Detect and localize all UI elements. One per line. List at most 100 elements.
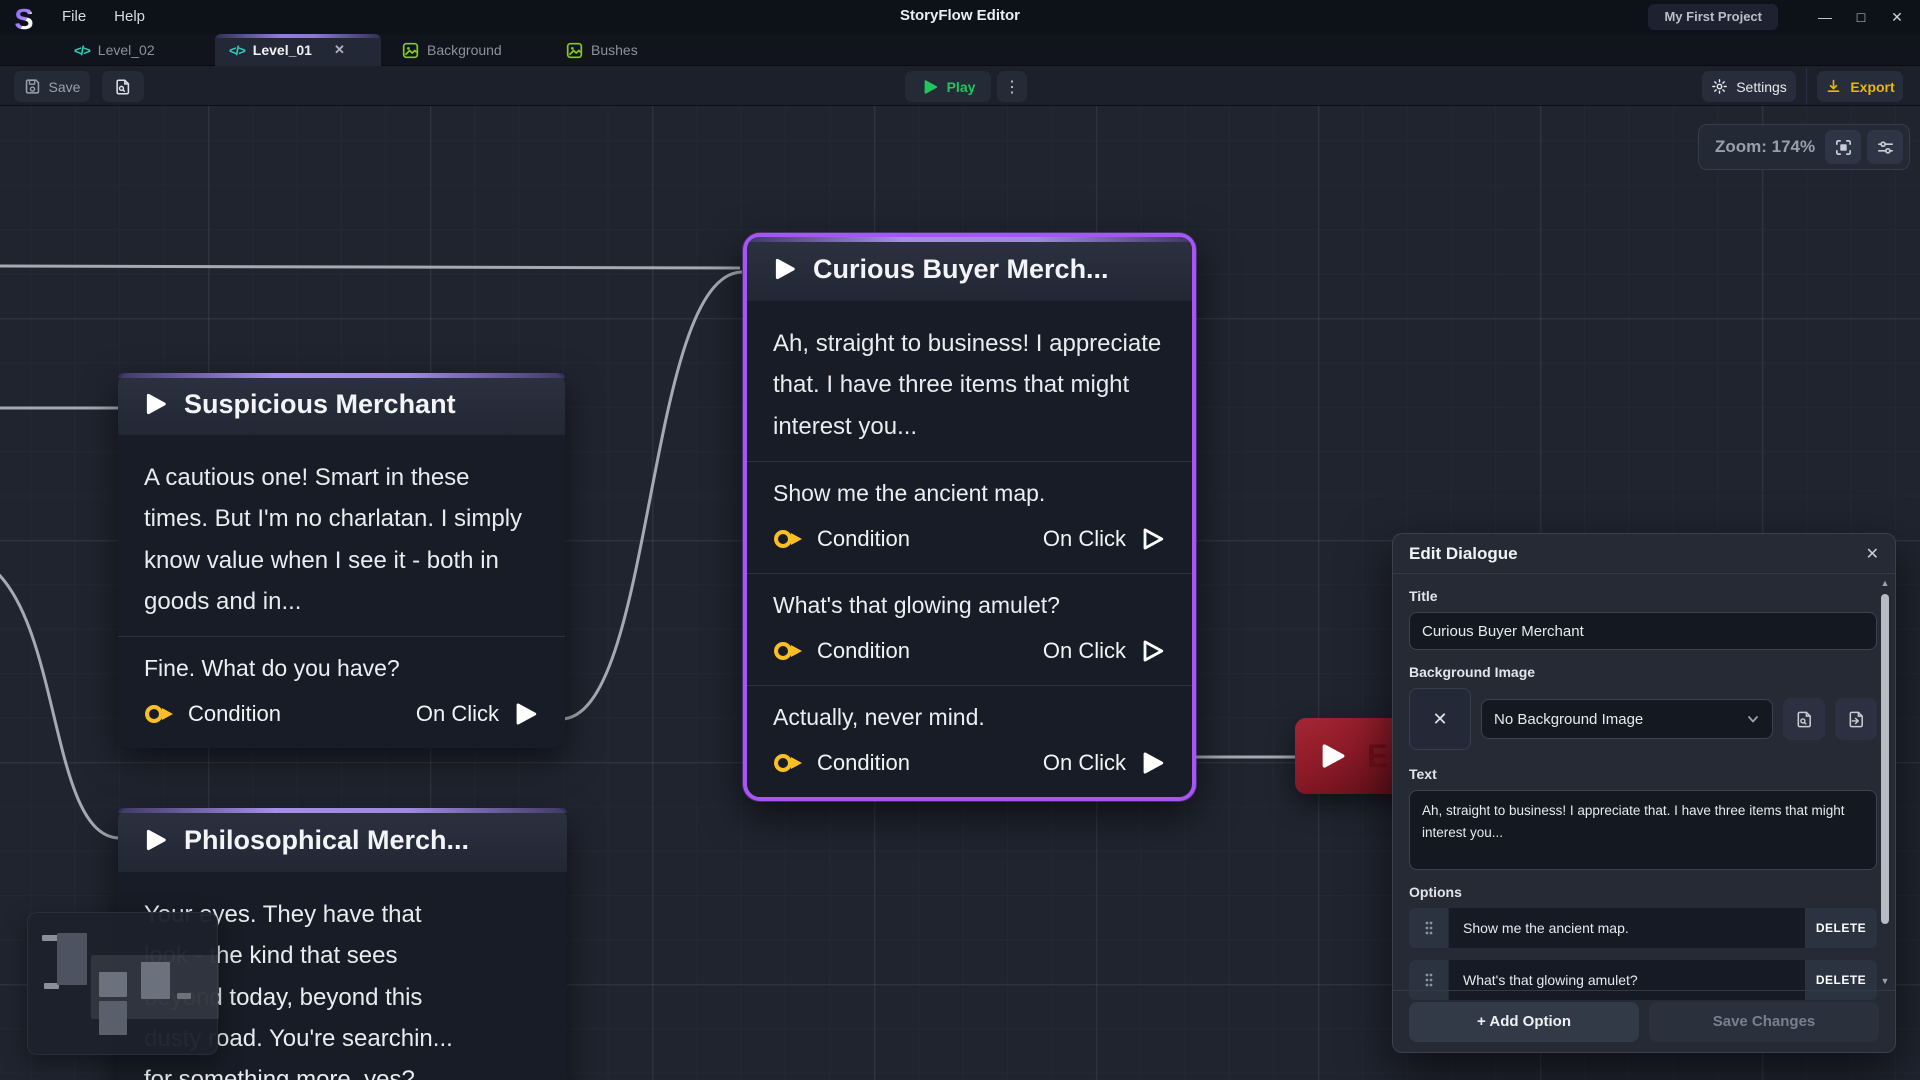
dialogue-text-textarea[interactable]: Ah, straight to business! I appreciate t… bbox=[1409, 790, 1877, 870]
minimize-button[interactable]: — bbox=[1810, 3, 1840, 31]
edge-suspicious-to-curious bbox=[560, 272, 742, 719]
play-label: Play bbox=[947, 79, 976, 95]
zoom-level-label: Zoom: 174% bbox=[1715, 137, 1819, 157]
image-icon bbox=[402, 42, 419, 59]
maximize-button[interactable]: □ bbox=[1846, 3, 1876, 31]
on-click-port[interactable]: On Click bbox=[1043, 749, 1166, 777]
condition-port[interactable]: Condition bbox=[773, 526, 910, 552]
drag-handle[interactable] bbox=[1409, 908, 1449, 948]
scroll-down-icon[interactable]: ▼ bbox=[1879, 976, 1891, 986]
dialogue-option[interactable]: Show me the ancient map. Condition On Cl… bbox=[747, 462, 1192, 574]
play-options-kebab-button[interactable]: ⋮ bbox=[997, 71, 1027, 102]
tab-bushes[interactable]: Bushes bbox=[552, 34, 652, 66]
panel-footer: + Add Option Save Changes bbox=[1393, 990, 1895, 1052]
title-bar: S File Help StoryFlow Editor My First Pr… bbox=[0, 0, 1920, 34]
scroll-up-icon[interactable]: ▲ bbox=[1879, 578, 1891, 588]
option-text-input[interactable]: Show me the ancient map. bbox=[1449, 908, 1805, 948]
drag-dots-icon bbox=[1424, 920, 1434, 936]
app-title: StoryFlow Editor bbox=[900, 0, 1020, 34]
add-option-button[interactable]: + Add Option bbox=[1409, 1002, 1639, 1042]
panel-title: Edit Dialogue bbox=[1409, 544, 1866, 564]
close-window-button[interactable]: ✕ bbox=[1882, 3, 1912, 31]
panel-scrollbar[interactable]: ▲ ▼ bbox=[1879, 578, 1891, 986]
drag-dots-icon bbox=[1424, 972, 1434, 988]
tab-bar: </> Level_02 </> Level_01 ✕ Background B… bbox=[0, 34, 1920, 66]
on-click-port[interactable]: On Click bbox=[1043, 637, 1166, 665]
save-button[interactable]: Save bbox=[14, 71, 90, 102]
tab-level-01[interactable]: </> Level_01 ✕ bbox=[215, 34, 381, 66]
dialogue-option[interactable]: Fine. What do you have? Condition On Cli… bbox=[118, 637, 565, 748]
minimap[interactable] bbox=[27, 912, 218, 1055]
condition-port[interactable]: Condition bbox=[773, 750, 910, 776]
condition-icon bbox=[773, 752, 805, 774]
background-image-dropdown[interactable]: No Background Image bbox=[1481, 699, 1773, 739]
node-header[interactable]: Suspicious Merchant bbox=[118, 373, 565, 435]
condition-label: Condition bbox=[817, 526, 910, 552]
fit-view-button[interactable] bbox=[1825, 130, 1861, 164]
on-click-label: On Click bbox=[1043, 638, 1126, 664]
delete-option-button[interactable]: DELETE bbox=[1805, 908, 1877, 948]
file-search-icon bbox=[114, 78, 132, 96]
view-settings-button[interactable] bbox=[1867, 130, 1903, 164]
output-arrow-icon bbox=[1138, 637, 1166, 665]
panel-close-icon[interactable]: ✕ bbox=[1866, 544, 1879, 564]
tab-background[interactable]: Background bbox=[388, 34, 516, 66]
save-changes-button[interactable]: Save Changes bbox=[1649, 1002, 1879, 1042]
tab-label: Bushes bbox=[591, 42, 638, 58]
dialogue-title-input[interactable] bbox=[1409, 612, 1877, 650]
dialogue-option[interactable]: What's that glowing amulet? Condition On… bbox=[747, 574, 1192, 686]
condition-label: Condition bbox=[817, 750, 910, 776]
node-header[interactable]: Philosophical Merch... bbox=[118, 808, 567, 872]
text-line: for something more, yes? bbox=[144, 1059, 541, 1080]
play-icon bbox=[142, 391, 168, 417]
node-title: Suspicious Merchant bbox=[184, 389, 456, 420]
play-button[interactable]: Play bbox=[905, 71, 991, 102]
on-click-port[interactable]: On Click bbox=[1043, 525, 1166, 553]
minimap-node bbox=[141, 962, 170, 999]
node-header[interactable]: Curious Buyer Merch... bbox=[747, 237, 1192, 301]
scrollbar-thumb[interactable] bbox=[1881, 594, 1889, 924]
toolbar: Save Play ⋮ Settings Export bbox=[0, 66, 1920, 106]
node-suspicious-merchant[interactable]: Suspicious Merchant A cautious one! Smar… bbox=[118, 373, 565, 748]
option-text: What's that glowing amulet? bbox=[773, 592, 1166, 619]
option-text: Actually, never mind. bbox=[773, 704, 1166, 731]
browse-image-button[interactable] bbox=[1783, 698, 1825, 740]
on-click-label: On Click bbox=[416, 701, 499, 727]
condition-icon bbox=[773, 640, 805, 662]
menu-help[interactable]: Help bbox=[100, 0, 159, 34]
condition-port[interactable]: Condition bbox=[773, 638, 910, 664]
fit-view-icon bbox=[1834, 138, 1853, 157]
condition-port[interactable]: Condition bbox=[144, 701, 281, 727]
node-dialogue-text: Ah, straight to business! I appreciate t… bbox=[747, 301, 1192, 462]
svg-text:S: S bbox=[14, 4, 33, 36]
export-button[interactable]: Export bbox=[1817, 71, 1903, 102]
import-image-button[interactable] bbox=[1835, 698, 1877, 740]
on-click-label: On Click bbox=[1043, 526, 1126, 552]
settings-button[interactable]: Settings bbox=[1702, 71, 1796, 102]
chevron-down-icon bbox=[1746, 712, 1760, 726]
option-row: Show me the ancient map. DELETE bbox=[1409, 908, 1877, 948]
sliders-icon bbox=[1876, 138, 1895, 157]
node-title: Philosophical Merch... bbox=[184, 825, 469, 856]
play-icon bbox=[921, 78, 939, 96]
tab-level-02[interactable]: </> Level_02 bbox=[60, 34, 169, 66]
menu-file[interactable]: File bbox=[48, 0, 100, 34]
background-image-preview[interactable]: ✕ bbox=[1409, 688, 1471, 750]
edge-to-curious-node bbox=[0, 266, 740, 268]
file-import-icon bbox=[1847, 710, 1866, 729]
node-dialogue-text: A cautious one! Smart in these times. Bu… bbox=[118, 435, 565, 637]
zoom-indicator: Zoom: 174% bbox=[1698, 124, 1910, 170]
condition-label: Condition bbox=[188, 701, 281, 727]
app-logo-icon: S bbox=[6, 1, 42, 37]
dropdown-value: No Background Image bbox=[1494, 711, 1643, 728]
dialogue-option[interactable]: Actually, never mind. Condition On Click bbox=[747, 686, 1192, 797]
minimap-node bbox=[57, 933, 87, 985]
tab-close-icon[interactable]: ✕ bbox=[334, 42, 345, 58]
play-icon bbox=[771, 256, 797, 282]
minimap-node bbox=[99, 1001, 127, 1035]
code-icon: </> bbox=[229, 43, 245, 58]
clear-image-icon[interactable]: ✕ bbox=[1432, 709, 1447, 730]
node-curious-buyer-merchant-selected[interactable]: Curious Buyer Merch... Ah, straight to b… bbox=[743, 233, 1196, 801]
on-click-port[interactable]: On Click bbox=[416, 700, 539, 728]
file-search-button[interactable] bbox=[102, 71, 144, 102]
